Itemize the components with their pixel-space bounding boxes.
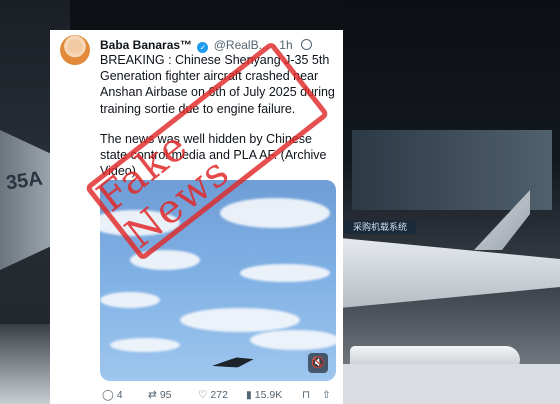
cloud	[100, 210, 180, 236]
like-count: 272	[210, 389, 228, 401]
background-right-panel: 采购机载系统	[340, 0, 560, 404]
bar-chart-icon: ▮	[246, 389, 252, 401]
cloud	[100, 292, 160, 308]
bookmark-icon[interactable]: ⊓	[302, 388, 310, 402]
reply-icon: ◯	[102, 389, 114, 401]
tweet-paragraph-2: The news was well hidden by Chinese stat…	[100, 131, 327, 179]
cloud	[130, 250, 200, 270]
jet-aircraft	[212, 355, 255, 371]
avatar[interactable]	[60, 35, 90, 65]
tweet-card[interactable]: Baba Banaras™ ✓ @RealB... · 1h BREAKING …	[50, 30, 343, 404]
cloud	[240, 264, 330, 282]
jet-wing	[340, 238, 560, 308]
cloud	[180, 308, 300, 332]
exhibition-sign: 采购机载系统	[344, 220, 416, 234]
share-icon[interactable]: ⇧	[322, 388, 331, 402]
tweet-paragraph-1: BREAKING : Chinese Shenyang J-35 5th Gen…	[100, 53, 335, 116]
reply-count: 4	[116, 389, 123, 401]
tweet-actions: ◯ 4 ⇄ 95 ♡ 272 ▮ 15.9K ⊓ ⇧	[100, 388, 340, 402]
retweet-button[interactable]: ⇄ 95	[148, 388, 172, 402]
exhibition-screen	[352, 130, 552, 210]
cloud	[110, 338, 180, 352]
cloud	[220, 198, 330, 228]
cloud	[250, 330, 336, 350]
separator-dot: ·	[271, 38, 276, 52]
tweet-header: Baba Banaras™ ✓ @RealB... · 1h	[100, 37, 339, 53]
tweet-time[interactable]: 1h	[279, 38, 292, 52]
tweet-video[interactable]: 🔇	[100, 180, 336, 381]
hangar-ground	[340, 364, 560, 404]
like-button[interactable]: ♡ 272	[198, 388, 228, 402]
tweet-text: BREAKING : Chinese Shenyang J-35 5th Gen…	[100, 52, 340, 179]
retweet-icon: ⇄	[148, 389, 157, 401]
reply-button[interactable]: ◯ 4	[102, 388, 123, 402]
speaker-muted-icon[interactable]: 🔇	[308, 353, 328, 373]
views-button[interactable]: ▮ 15.9K	[246, 388, 282, 402]
display-name[interactable]: Baba Banaras™	[100, 38, 192, 52]
heart-icon: ♡	[198, 389, 208, 401]
views-count: 15.9K	[254, 389, 283, 401]
retweet-count: 95	[159, 389, 172, 401]
grok-icon[interactable]	[301, 39, 312, 50]
user-handle[interactable]: @RealB...	[214, 38, 269, 52]
